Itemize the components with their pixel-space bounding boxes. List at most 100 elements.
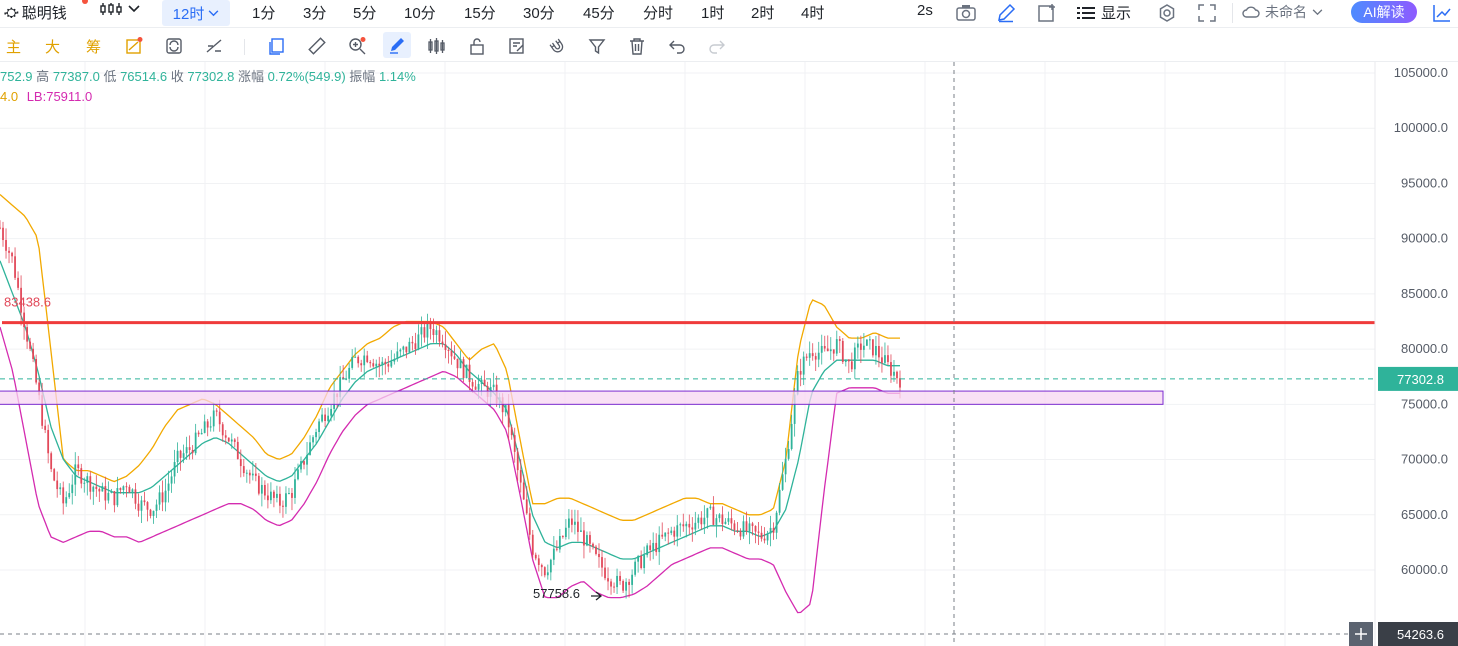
candle-body: [128, 486, 131, 493]
candle-body: [384, 361, 387, 365]
candle-body: [516, 451, 519, 471]
candle-body: [778, 489, 781, 513]
candle-body: [820, 345, 823, 353]
candle: [89, 471, 92, 500]
candle-body: [655, 542, 658, 553]
candle-body: [510, 427, 513, 436]
candle-body: [414, 343, 417, 350]
candle-body: [438, 330, 441, 342]
candle-body: [321, 414, 323, 422]
candle: [80, 463, 83, 489]
candle-body: [832, 349, 835, 354]
candle-body: [739, 531, 742, 537]
candle: [5, 228, 7, 259]
candle-body: [583, 530, 585, 546]
candle: [11, 251, 13, 263]
candle-body: [444, 344, 447, 351]
candle: [179, 449, 182, 471]
candle-body: [411, 341, 414, 344]
candle-body: [658, 534, 661, 553]
candle-body: [571, 518, 573, 525]
candlestick-chart[interactable]: 83438.6 57758.6 105000.0 100000.0 95000.0 90…: [0, 0, 1458, 646]
upper-band-line: [0, 194, 900, 521]
candle-body: [664, 532, 667, 537]
candle: [366, 350, 369, 364]
ohlc-amp-label: 振幅: [349, 69, 376, 84]
candle-body: [899, 378, 901, 388]
candle-body: [303, 461, 305, 465]
candle: [360, 359, 363, 372]
candle-body: [640, 555, 643, 569]
candle-body: [227, 437, 230, 442]
candle: [769, 515, 772, 547]
candle-body: [200, 432, 203, 435]
candle: [273, 489, 275, 508]
candle-body: [628, 581, 630, 585]
candle-body: [134, 489, 137, 504]
candle: [604, 557, 606, 581]
candle-body: [420, 327, 423, 335]
candle-body: [721, 514, 724, 524]
candle-body: [324, 414, 326, 421]
candle: [775, 510, 778, 540]
candlestick-series: [0, 220, 901, 599]
price-axis[interactable]: 105000.0 100000.0 95000.0 90000.0 85000.0 800…: [1349, 62, 1458, 646]
candle-body: [369, 362, 372, 364]
candle: [881, 346, 883, 373]
candle-body: [251, 473, 254, 476]
candle: [321, 408, 323, 423]
candle: [53, 467, 56, 482]
candle: [829, 337, 832, 360]
candle-body: [59, 487, 62, 490]
candle: [805, 353, 808, 361]
candle: [531, 529, 534, 559]
candle-body: [17, 277, 19, 288]
candle: [814, 352, 817, 372]
candle: [291, 487, 293, 511]
candle-body: [161, 492, 164, 503]
candle-body: [564, 527, 567, 538]
candle: [847, 359, 850, 374]
candle: [742, 515, 745, 539]
candle: [390, 350, 393, 368]
candle: [417, 324, 420, 351]
candle: [868, 336, 871, 350]
candle-body: [670, 530, 673, 534]
candle: [712, 496, 715, 526]
y-tick-label: 70000.0: [1401, 452, 1448, 467]
candle-body: [522, 482, 525, 500]
y-tick-label: 100000.0: [1394, 120, 1448, 135]
candle-body: [435, 330, 438, 335]
candle-body: [327, 415, 329, 421]
candle: [727, 511, 730, 525]
candle-body: [730, 518, 733, 524]
candle: [50, 451, 53, 473]
candle: [697, 514, 700, 529]
candle-body: [266, 495, 269, 501]
candle: [191, 445, 194, 460]
candle: [634, 558, 637, 577]
candle-body: [300, 461, 302, 470]
candle-body: [775, 512, 778, 533]
candle-body: [574, 521, 576, 525]
candle: [375, 359, 378, 378]
candle: [152, 510, 155, 524]
candle-body: [230, 439, 233, 442]
candle-body: [122, 486, 125, 491]
candle: [384, 358, 387, 375]
candle-body: [218, 411, 221, 425]
candle-body: [865, 339, 868, 346]
candle: [468, 357, 471, 391]
candle-body: [8, 250, 10, 253]
candle: [158, 485, 161, 511]
ohlc-low-label: 低: [103, 69, 117, 84]
candle-body: [110, 491, 113, 493]
candle-body: [26, 327, 28, 342]
candle: [534, 552, 537, 561]
candle-body: [856, 343, 859, 348]
candle: [411, 336, 414, 351]
candle: [546, 564, 549, 580]
candle: [772, 522, 775, 540]
candle-body: [149, 509, 152, 516]
candle-body: [291, 492, 293, 498]
